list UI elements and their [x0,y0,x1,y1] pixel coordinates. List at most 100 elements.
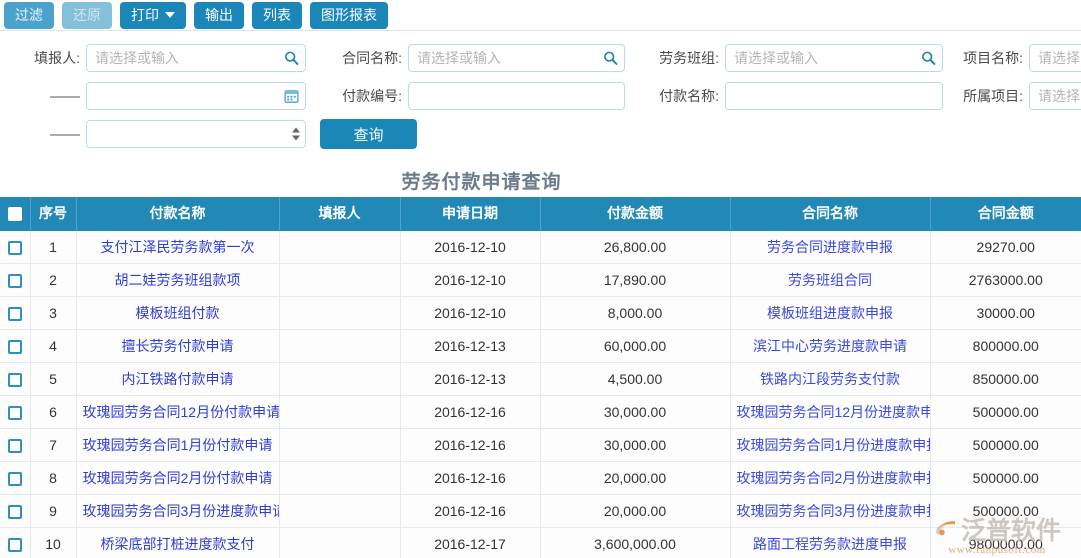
amount-input[interactable] [86,120,306,148]
table-row[interactable]: 1 支付江泽民劳务款第一次 2016-12-10 26,800.00 劳务合同进度款申报… [0,230,1081,264]
stepper-up-icon[interactable] [292,127,300,133]
col-header-contract-amount[interactable]: 合同金额 [930,197,1081,231]
table-row[interactable]: 9 玫瑰园劳务合同3月份进度款申请 2016-12-16 20,000.00 玫瑰园劳务… [0,494,1081,528]
app-page: 过滤 还原 打印 输出 列表 图形报表 填报人: 请选择或输入 合同名称: 请选… [0,0,1081,558]
row-select-cell[interactable] [0,230,31,264]
row-checkbox[interactable] [7,372,22,387]
cell-pay-name[interactable]: 玫瑰园劳务合同1月份付款申请 [76,428,280,462]
col-header-apply-date[interactable]: 申请日期 [400,197,541,231]
project-name-field-wrap [1029,44,1081,72]
export-button[interactable]: 输出 [194,1,244,29]
quantity-stepper[interactable] [292,127,300,141]
cell-contract-amount: 850000.00 [930,362,1081,396]
row-select-cell[interactable] [0,428,31,462]
row-checkbox[interactable] [7,339,22,354]
cell-pay-name[interactable]: 模板班组付款 [76,296,280,330]
row-checkbox[interactable] [7,306,22,321]
select-all-header[interactable] [0,197,31,231]
table-row[interactable]: 5 内江铁路付款申请 2016-12-13 4,500.00 铁路内江段劳务支付款 850… [0,362,1081,396]
table-row[interactable]: 10 桥梁底部打桩进度款支付 2016-12-17 3,600,000.00 路面工程劳… [0,527,1081,558]
filter-button[interactable]: 过滤 [4,1,54,29]
cell-contract-name[interactable]: 模板班组进度款申报 [730,296,931,330]
date-range-label: —— [50,87,80,105]
cell-reporter [279,428,401,462]
calendar-icon[interactable] [284,89,299,104]
row-select-cell[interactable] [0,263,31,297]
project-name-input[interactable] [1029,44,1081,72]
row-select-cell[interactable] [0,527,31,558]
cell-pay-name[interactable]: 玫瑰园劳务合同3月份进度款申请 [76,494,280,528]
search-icon[interactable] [284,51,299,66]
search-icon[interactable] [603,51,618,66]
cell-pay-name[interactable]: 玫瑰园劳务合同12月份付款申请 [76,395,280,429]
chart-report-button[interactable]: 图形报表 [310,1,388,29]
cell-contract-amount: 9800000.00 [930,527,1081,558]
cell-pay-name[interactable]: 支付江泽民劳务款第一次 [76,230,280,264]
restore-button[interactable]: 还原 [62,1,112,29]
row-checkbox[interactable] [7,504,22,519]
cell-contract-name[interactable]: 铁路内江段劳务支付款 [730,362,931,396]
row-select-cell[interactable] [0,461,31,495]
col-header-pay-amount[interactable]: 付款金额 [540,197,731,231]
row-select-cell[interactable] [0,395,31,429]
payment-no-input[interactable] [408,82,625,110]
contract-name-input[interactable] [408,44,625,72]
cell-contract-name[interactable]: 路面工程劳务款进度申报 [730,527,931,558]
filter-button-label: 过滤 [15,7,43,23]
col-header-pay-name[interactable]: 付款名称 [76,197,280,231]
table-row[interactable]: 2 胡二娃劳务班组款项 2016-12-10 17,890.00 劳务班组合同 27630… [0,263,1081,297]
col-header-contract-name[interactable]: 合同名称 [730,197,931,231]
chart-report-button-label: 图形报表 [321,7,377,23]
cell-contract-name[interactable]: 玫瑰园劳务合同3月份进度款申报 [730,494,931,528]
cell-reporter [279,230,401,264]
row-checkbox[interactable] [7,273,22,288]
select-all-checkbox[interactable] [7,207,22,222]
cell-pay-name[interactable]: 擅长劳务付款申请 [76,329,280,363]
cell-pay-amount: 26,800.00 [540,230,731,264]
table-row[interactable]: 8 玫瑰园劳务合同2月份付款申请 2016-12-16 20,000.00 玫瑰园劳务合… [0,461,1081,495]
reporter-field-wrap [86,44,306,72]
amount-range-label: —— [50,125,80,143]
cell-contract-name[interactable]: 玫瑰园劳务合同2月份进度款申报 [730,461,931,495]
cell-contract-amount: 2763000.00 [930,263,1081,297]
cell-pay-name[interactable]: 玫瑰园劳务合同2月份付款申请 [76,461,280,495]
row-select-cell[interactable] [0,296,31,330]
reporter-input[interactable] [86,44,306,72]
cell-contract-name[interactable]: 玫瑰园劳务合同12月份进度款申报 [730,395,931,429]
cell-apply-date: 2016-12-16 [400,494,541,528]
table-row[interactable]: 4 擅长劳务付款申请 2016-12-13 60,000.00 滨江中心劳务进度款申请 8… [0,329,1081,363]
col-header-seq[interactable]: 序号 [30,197,77,231]
belong-project-input[interactable] [1029,82,1081,110]
row-checkbox[interactable] [7,405,22,420]
cell-contract-name[interactable]: 劳务班组合同 [730,263,931,297]
list-button[interactable]: 列表 [252,1,302,29]
date-input[interactable] [86,82,306,110]
table-row[interactable]: 6 玫瑰园劳务合同12月份付款申请 2016-12-16 30,000.00 玫瑰园劳务… [0,395,1081,429]
row-checkbox[interactable] [7,537,22,552]
table-row[interactable]: 7 玫瑰园劳务合同1月份付款申请 2016-12-16 30,000.00 玫瑰园劳务合… [0,428,1081,462]
filter-row-1: 填报人: 合同名称: [0,39,1081,77]
print-button[interactable]: 打印 [120,1,186,29]
stepper-down-icon[interactable] [292,135,300,141]
labor-team-input[interactable] [725,44,943,72]
row-checkbox[interactable] [7,438,22,453]
cell-seq: 2 [30,263,77,297]
cell-contract-name[interactable]: 劳务合同进度款申报 [730,230,931,264]
cell-seq: 5 [30,362,77,396]
row-select-cell[interactable] [0,494,31,528]
cell-pay-name[interactable]: 桥梁底部打桩进度款支付 [76,527,280,558]
row-checkbox[interactable] [7,471,22,486]
row-select-cell[interactable] [0,329,31,363]
cell-contract-name[interactable]: 滨江中心劳务进度款申请 [730,329,931,363]
payment-name-input[interactable] [725,82,943,110]
cell-pay-name[interactable]: 胡二娃劳务班组款项 [76,263,280,297]
query-button[interactable]: 查询 [320,119,417,149]
row-select-cell[interactable] [0,362,31,396]
table-row[interactable]: 3 模板班组付款 2016-12-10 8,000.00 模板班组进度款申报 30000.… [0,296,1081,330]
col-header-reporter[interactable]: 填报人 [279,197,401,231]
cell-reporter [279,461,401,495]
cell-contract-name[interactable]: 玫瑰园劳务合同1月份进度款申报 [730,428,931,462]
row-checkbox[interactable] [7,240,22,255]
search-icon[interactable] [921,51,936,66]
cell-pay-name[interactable]: 内江铁路付款申请 [76,362,280,396]
